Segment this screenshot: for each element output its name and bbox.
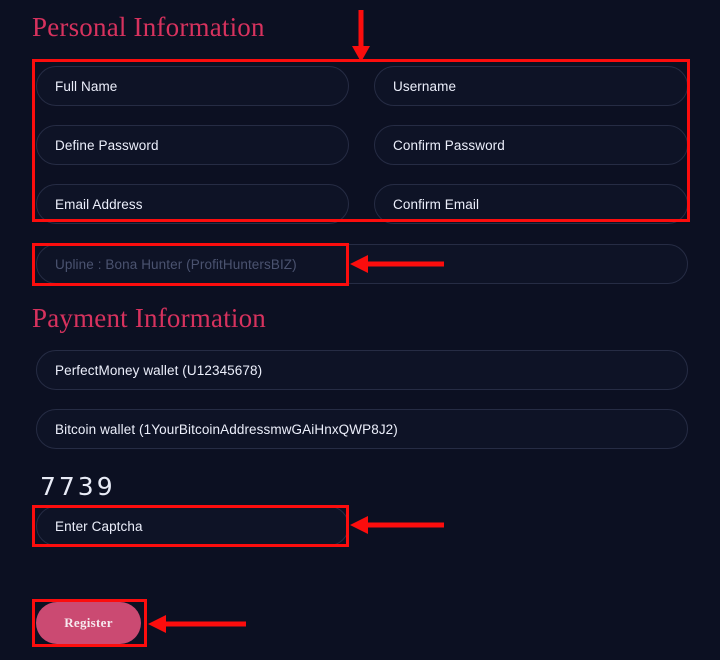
register-button[interactable]: Register bbox=[36, 602, 141, 644]
perfectmoney-wallet-placeholder: PerfectMoney wallet (U12345678) bbox=[55, 362, 263, 378]
confirm-password-placeholder: Confirm Password bbox=[393, 137, 505, 153]
email-address-input[interactable]: Email Address bbox=[36, 184, 349, 224]
arrow-left-to-register-icon bbox=[148, 615, 246, 633]
arrow-down-to-personal-fields-icon bbox=[352, 10, 370, 62]
captcha-code-image: 7739 bbox=[40, 472, 116, 501]
define-password-placeholder: Define Password bbox=[55, 137, 159, 153]
bitcoin-wallet-placeholder: Bitcoin wallet (1YourBitcoinAddressmwGAi… bbox=[55, 421, 398, 437]
upline-input[interactable]: Upline : Bona Hunter (ProfitHuntersBIZ) bbox=[36, 244, 688, 284]
define-password-input[interactable]: Define Password bbox=[36, 125, 349, 165]
confirm-email-input[interactable]: Confirm Email bbox=[374, 184, 688, 224]
bitcoin-wallet-input[interactable]: Bitcoin wallet (1YourBitcoinAddressmwGAi… bbox=[36, 409, 688, 449]
captcha-input[interactable]: Enter Captcha bbox=[36, 506, 349, 546]
username-input[interactable]: Username bbox=[374, 66, 688, 106]
username-placeholder: Username bbox=[393, 78, 457, 94]
full-name-placeholder: Full Name bbox=[55, 78, 118, 94]
full-name-input[interactable]: Full Name bbox=[36, 66, 349, 106]
confirm-password-input[interactable]: Confirm Password bbox=[374, 125, 688, 165]
arrow-left-to-captcha-icon bbox=[350, 516, 444, 534]
registration-form-page: Personal Information Full Name Username … bbox=[0, 0, 720, 660]
email-address-placeholder: Email Address bbox=[55, 196, 143, 212]
payment-information-heading: Payment Information bbox=[32, 303, 266, 333]
confirm-email-placeholder: Confirm Email bbox=[393, 196, 480, 212]
perfectmoney-wallet-input[interactable]: PerfectMoney wallet (U12345678) bbox=[36, 350, 688, 390]
captcha-placeholder: Enter Captcha bbox=[55, 518, 143, 534]
upline-value: Upline : Bona Hunter (ProfitHuntersBIZ) bbox=[55, 256, 297, 272]
personal-information-heading: Personal Information bbox=[32, 12, 265, 42]
